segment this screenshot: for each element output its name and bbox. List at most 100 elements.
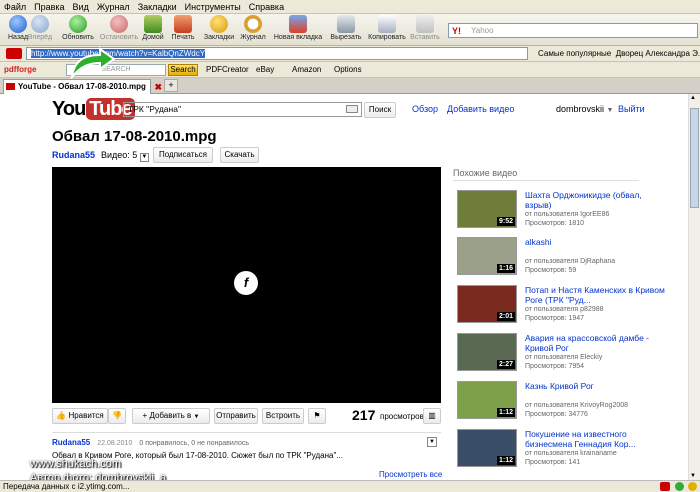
related-thumbnail[interactable]: 9:52 bbox=[457, 190, 517, 228]
menu-file[interactable]: Файл bbox=[0, 0, 30, 14]
print-button[interactable]: Печать bbox=[168, 14, 198, 46]
tab-close-icon[interactable]: ✖ bbox=[154, 81, 162, 94]
menu-view[interactable]: Вид bbox=[69, 0, 93, 14]
upload-link[interactable]: Добавить видео bbox=[447, 104, 514, 114]
related-title[interactable]: Потап и Настя Каменских в Кривом Роге (Т… bbox=[525, 285, 665, 305]
home-button[interactable]: Домой bbox=[139, 14, 167, 46]
user-menu[interactable]: dombrovskii ▼ bbox=[556, 104, 613, 114]
related-thumbnail[interactable]: 1:12 bbox=[457, 429, 517, 467]
flash-plugin-icon[interactable]: f bbox=[234, 271, 258, 295]
bookmark-most-visited[interactable]: Самые популярные bbox=[538, 49, 611, 58]
menu-bar: Файл Правка Вид Журнал Закладки Инструменты Сп… bbox=[0, 0, 700, 14]
related-video-item[interactable]: 1:12 Покушение на известного бизнесмена Г… bbox=[457, 429, 687, 473]
related-video-item[interactable]: 1:16 alkashi от пользователя DjRaphana Прос… bbox=[457, 237, 687, 281]
forward-button[interactable]: Вперёд bbox=[22, 14, 58, 46]
bookmark-palace[interactable]: Дворец Александра Э... bbox=[616, 49, 700, 58]
stop-icon bbox=[110, 15, 128, 33]
site-favicon bbox=[6, 48, 22, 59]
related-duration: 1:12 bbox=[496, 456, 515, 465]
channel-link[interactable]: Rudana55 bbox=[52, 150, 95, 160]
options-button[interactable]: Options bbox=[334, 62, 362, 78]
related-title[interactable]: Авария на крассовской дамбе - Кривой Рог bbox=[525, 333, 665, 353]
paste-button[interactable]: Вставить bbox=[407, 14, 443, 46]
add-to-button[interactable]: + Добавить в ▼ bbox=[132, 408, 210, 424]
scroll-thumb[interactable] bbox=[690, 108, 699, 208]
new-tab-plus-icon[interactable]: + bbox=[164, 79, 178, 92]
related-thumbnail[interactable]: 1:12 bbox=[457, 381, 517, 419]
related-views: Просмотров: 7954 bbox=[525, 363, 585, 370]
related-divider bbox=[453, 180, 639, 181]
related-title[interactable]: alkashi bbox=[525, 237, 665, 247]
video-player[interactable]: f bbox=[52, 167, 441, 403]
share-button[interactable]: Отправить bbox=[214, 408, 258, 424]
youtube-search-button[interactable]: Поиск bbox=[364, 102, 396, 118]
related-thumbnail[interactable]: 2:01 bbox=[457, 285, 517, 323]
embed-button[interactable]: Встроить bbox=[262, 408, 304, 424]
keyboard-icon[interactable] bbox=[346, 105, 358, 113]
description-user-link[interactable]: Rudana55 bbox=[52, 438, 90, 447]
paste-icon bbox=[416, 15, 434, 33]
like-button[interactable]: 👍 Нравится bbox=[52, 408, 108, 424]
bookmarks-toolbar: Самые популярные Дворец Александра Э... bbox=[538, 46, 700, 61]
refresh-button[interactable]: Обновить bbox=[61, 14, 95, 46]
menu-edit[interactable]: Правка bbox=[30, 0, 68, 14]
related-user: от пользователя DjRaphana bbox=[525, 258, 616, 265]
forward-arrow-icon bbox=[31, 15, 49, 33]
cut-button[interactable]: Вырезать bbox=[327, 14, 365, 46]
flag-button[interactable]: ⚑ bbox=[308, 408, 326, 424]
related-views: Просмотров: 34776 bbox=[525, 411, 588, 418]
scroll-down-icon[interactable]: ▼ bbox=[690, 473, 696, 479]
download-button[interactable]: Скачать bbox=[220, 147, 259, 163]
youtube-search-input[interactable]: ТРК "Рудана" bbox=[123, 102, 362, 117]
subscribe-button[interactable]: Подписаться bbox=[153, 147, 213, 163]
copy-icon bbox=[378, 15, 396, 33]
pdfcreator-button[interactable]: PDFCreator bbox=[206, 62, 249, 78]
related-thumbnail[interactable]: 1:16 bbox=[457, 237, 517, 275]
related-views: Просмотров: 1947 bbox=[525, 315, 585, 322]
related-video-item[interactable]: 1:12 Казнь Кривой Рог от пользователя Kriv… bbox=[457, 381, 687, 425]
logout-link[interactable]: Выйти bbox=[618, 104, 645, 114]
menu-history[interactable]: Журнал bbox=[93, 0, 134, 14]
related-duration: 2:27 bbox=[496, 360, 515, 369]
videos-count: Видео: 5 ▼ bbox=[101, 150, 149, 162]
related-video-item[interactable]: 2:01 Потап и Настя Каменских в Кривом Рог… bbox=[457, 285, 687, 329]
vertical-scrollbar[interactable]: ▲ ▼ bbox=[688, 94, 700, 480]
history-button[interactable]: Журнал bbox=[237, 14, 269, 46]
related-user: от пользователя Eleckiy bbox=[525, 354, 603, 361]
related-video-item[interactable]: 9:52 Шахта Орджоникидзе (обвал, взрыв) от … bbox=[457, 190, 687, 234]
pdfforge-logo: pdfforge bbox=[4, 65, 37, 74]
bookmarks-button[interactable]: Закладки bbox=[202, 14, 236, 46]
home-icon bbox=[144, 15, 162, 33]
scroll-up-icon[interactable]: ▲ bbox=[690, 95, 696, 101]
page-content: You Tube ТРК "Рудана" Поиск Обзор Добавит… bbox=[0, 94, 688, 480]
view-count: 217 bbox=[352, 407, 376, 423]
related-duration: 2:01 bbox=[496, 312, 515, 321]
related-thumbnail[interactable]: 2:27 bbox=[457, 333, 517, 371]
amazon-button[interactable]: Amazon bbox=[292, 62, 321, 78]
ebay-button[interactable]: eBay bbox=[256, 62, 274, 78]
description-likes: 0 понравилось, 0 не понравилось bbox=[139, 440, 250, 447]
new-tab-button[interactable]: Новая вкладка bbox=[270, 14, 326, 46]
yahoo-search-input[interactable]: Y! Yahoo bbox=[448, 23, 698, 38]
stats-button[interactable]: ▥ bbox=[423, 408, 441, 424]
related-title[interactable]: Казнь Кривой Рог bbox=[525, 381, 665, 391]
related-user: от пользователя IgorEE86 bbox=[525, 211, 610, 218]
menu-tools[interactable]: Инструменты bbox=[181, 0, 245, 14]
expand-icon[interactable]: ▼ bbox=[139, 153, 149, 162]
related-title[interactable]: Шахта Орджоникидзе (обвал, взрыв) bbox=[525, 190, 665, 210]
dislike-button[interactable]: 👎 bbox=[108, 408, 126, 424]
menu-bookmarks[interactable]: Закладки bbox=[134, 0, 181, 14]
copy-button[interactable]: Копировать bbox=[366, 14, 408, 46]
related-views: Просмотров: 141 bbox=[525, 459, 581, 466]
expand-description-icon[interactable]: ▼ bbox=[427, 437, 437, 447]
menu-help[interactable]: Справка bbox=[245, 0, 288, 14]
related-video-item[interactable]: 2:27 Авария на крассовской дамбе - Кривой… bbox=[457, 333, 687, 377]
see-all-link[interactable]: Просмотреть все bbox=[379, 470, 442, 479]
plus-icon: + bbox=[142, 411, 148, 420]
related-title[interactable]: Покушение на известного бизнесмена Генна… bbox=[525, 429, 665, 449]
related-heading: Похожие видео bbox=[453, 168, 518, 178]
pdfforge-search-button[interactable]: Search bbox=[168, 64, 198, 76]
stop-button[interactable]: Остановить bbox=[97, 14, 141, 46]
tab-youtube[interactable]: YouTube - Обвал 17-08-2010.mpg ✖ bbox=[3, 79, 162, 94]
browse-link[interactable]: Обзор bbox=[412, 104, 438, 114]
